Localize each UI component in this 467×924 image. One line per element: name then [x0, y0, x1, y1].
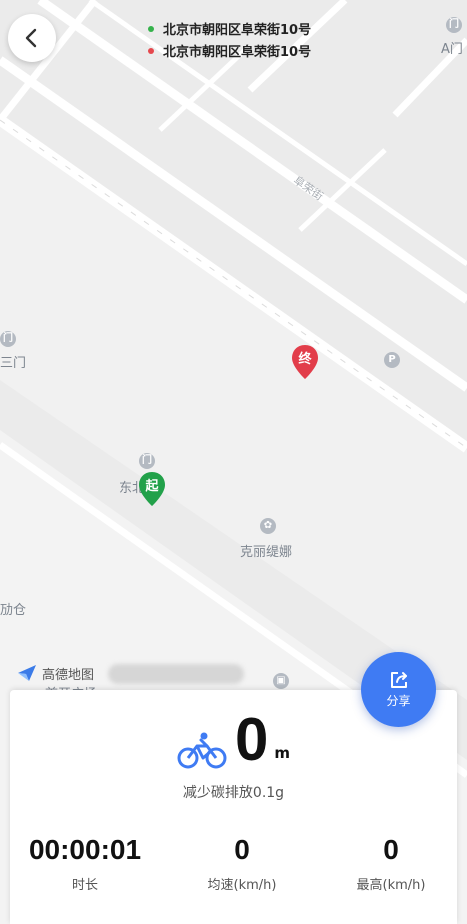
gate-poi-icon: 门 [0, 331, 16, 347]
share-label: 分享 [386, 694, 411, 708]
duration-label: 时长 [71, 878, 98, 893]
map-label-kelitina: 克丽缇娜 [240, 545, 293, 560]
start-address: 北京市朝阳区阜荣街10号 [148, 19, 311, 38]
start-dot-icon [148, 25, 154, 32]
max-speed-label: 最高(km/h) [356, 878, 426, 893]
distance-value: 0 [234, 706, 269, 773]
end-address: 北京市朝阳区阜荣街10号 [148, 41, 311, 60]
duration-value: 00:00:01 [28, 834, 142, 865]
avg-speed-stat: 0 均速(km/h) [167, 834, 317, 893]
duration-stat: 00:00:01 时长 [10, 834, 160, 893]
gate-poi-icon: 门 [139, 453, 155, 469]
start-pin[interactable]: 起 [137, 470, 167, 510]
start-address-text: 北京市朝阳区阜荣街10号 [163, 23, 312, 38]
beauty-poi-icon: ✿ [260, 518, 276, 534]
chevron-left-icon [25, 28, 37, 48]
end-pin[interactable]: 终 [290, 343, 320, 383]
end-pin-label: 终 [298, 352, 312, 367]
blurred-scale-bar [108, 664, 244, 684]
amap-logo-icon [18, 665, 36, 681]
bicycle-icon [177, 732, 227, 769]
end-dot-icon [148, 47, 154, 54]
carbon-reduction-text: 减少碳排放0.1g [182, 785, 285, 801]
distance-unit: m [274, 744, 290, 762]
start-pin-label: 起 [145, 479, 159, 494]
avg-speed-label: 均速(km/h) [207, 878, 277, 893]
gate-poi-icon: 门 [446, 17, 462, 33]
map-logo-text: 高德地图 [42, 667, 95, 683]
share-button[interactable]: 分享 [361, 652, 436, 727]
map-label-gate-a: A门 [441, 42, 463, 57]
parking-poi-icon: P [384, 352, 400, 368]
end-address-text: 北京市朝阳区阜荣街10号 [163, 45, 312, 60]
back-button[interactable] [8, 14, 56, 62]
map-label-warehouse: 劢仓 [0, 603, 27, 618]
avg-speed-value: 0 [234, 834, 250, 865]
map-logo: 高德地图 [16, 663, 94, 683]
max-speed-stat: 0 最高(km/h) [316, 834, 466, 893]
map-label-third-gate: 三门 [0, 356, 27, 371]
max-speed-value: 0 [383, 834, 399, 865]
building-poi-icon: ▣ [273, 673, 289, 689]
share-icon [390, 672, 407, 688]
